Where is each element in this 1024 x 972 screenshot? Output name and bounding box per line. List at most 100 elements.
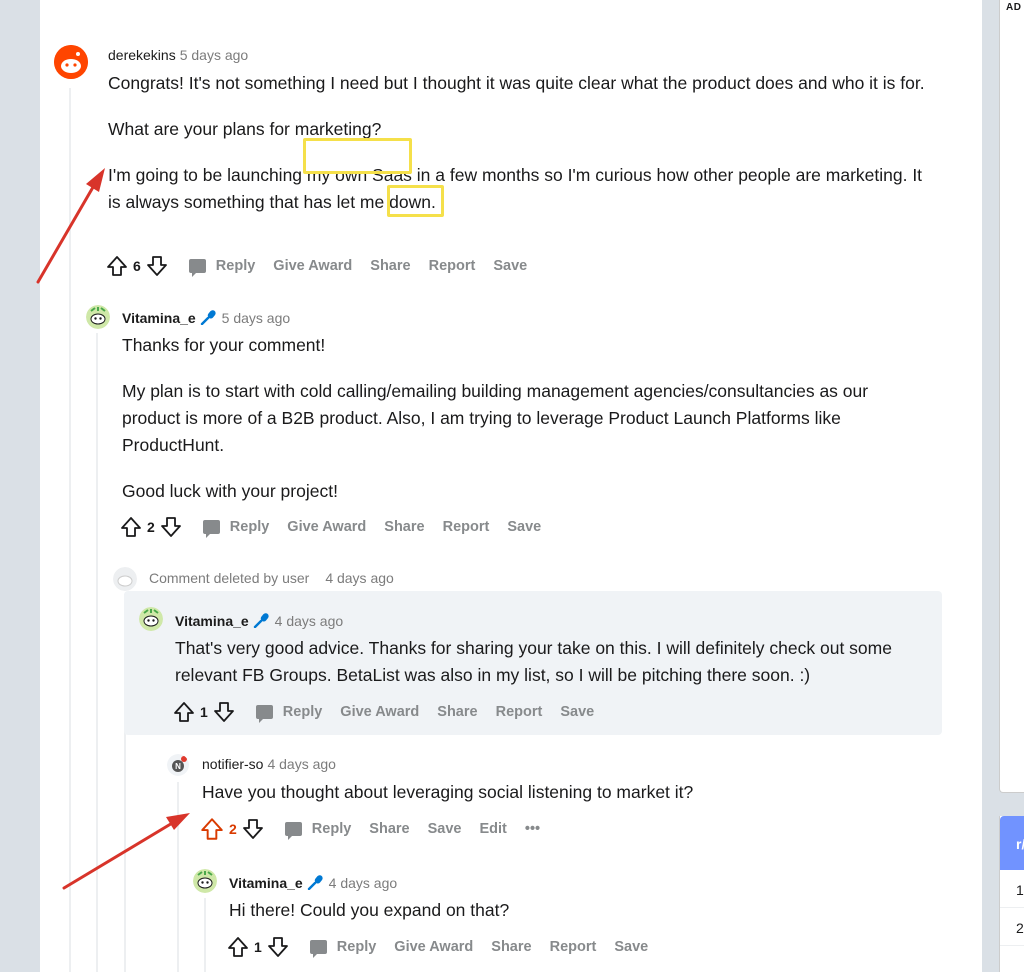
upvote-icon[interactable] [172, 700, 196, 724]
report-button[interactable]: Report [496, 704, 543, 720]
username-link[interactable]: derekekins [108, 47, 176, 63]
deleted-comment-meta: Comment deleted by user 4 days ago [149, 570, 394, 586]
vote-count: 2 [229, 821, 237, 837]
timestamp[interactable]: 5 days ago [222, 310, 291, 326]
upvote-icon[interactable] [119, 515, 143, 539]
reply-button[interactable]: Reply [255, 704, 322, 723]
downvote-icon[interactable] [145, 254, 169, 278]
timestamp[interactable]: 4 days ago [267, 756, 336, 772]
comment-paragraph: Have you thought about leveraging social… [202, 782, 694, 802]
report-button[interactable]: Report [443, 519, 490, 535]
vote-count: 2 [147, 519, 155, 535]
upvote-icon[interactable] [226, 935, 250, 959]
save-button[interactable]: Save [614, 939, 648, 955]
edit-button[interactable]: Edit [479, 821, 506, 837]
share-button[interactable]: Share [384, 519, 424, 535]
comment-actions: 1 Reply Give Award Share Report Save [172, 699, 594, 725]
avatar-icon[interactable] [139, 607, 163, 631]
comment-meta: Vitamina_e 4 days ago [229, 874, 397, 891]
save-button[interactable]: Save [493, 258, 527, 274]
thread-line[interactable] [204, 898, 206, 972]
comment-actions: 1 Reply Give Award Share Report Save [226, 934, 648, 960]
timestamp[interactable]: 4 days ago [275, 613, 344, 629]
timestamp[interactable]: 5 days ago [180, 47, 249, 63]
avatar-icon[interactable] [86, 305, 110, 329]
share-button[interactable]: Share [370, 258, 410, 274]
sidebar-community-card: r/ 1 2 [999, 816, 1024, 972]
reply-button[interactable]: Reply [284, 821, 351, 840]
comment-body: Congrats! It's not something I need but … [108, 70, 928, 235]
comment-meta: derekekins 5 days ago [108, 47, 248, 63]
vote-count: 6 [133, 258, 141, 274]
comment-paragraph: What are your plans for marketing? [108, 119, 382, 139]
comment-meta: notifier-so 4 days ago [202, 756, 336, 772]
comment-meta: Vitamina_e 4 days ago [175, 612, 343, 629]
reply-icon [255, 705, 273, 723]
reply-button[interactable]: Reply [202, 519, 269, 538]
share-button[interactable]: Share [437, 704, 477, 720]
comment-paragraph: My plan is to start with cold calling/em… [122, 381, 869, 455]
comment-paragraph: Hi there! Could you expand on that? [229, 900, 510, 920]
mic-icon [253, 613, 269, 628]
avatar-icon[interactable]: N [167, 754, 189, 776]
upvote-icon[interactable] [105, 254, 129, 278]
reply-icon [202, 520, 220, 538]
sidebar-ad: AD [999, 0, 1024, 793]
share-button[interactable]: Share [369, 821, 409, 837]
avatar-icon[interactable] [193, 869, 217, 893]
svg-text:N: N [175, 762, 181, 771]
timestamp[interactable]: 4 days ago [325, 570, 394, 586]
comment-body: Thanks for your comment! My plan is to s… [122, 332, 922, 524]
comment-paragraph: Thanks for your comment! [122, 335, 326, 355]
mic-icon [200, 310, 216, 325]
give-award-button[interactable]: Give Award [287, 519, 366, 535]
downvote-icon[interactable] [212, 700, 236, 724]
reply-button[interactable]: Reply [309, 939, 376, 958]
username-link[interactable]: Vitamina_e [175, 613, 249, 629]
vote-count: 1 [200, 704, 208, 720]
annotation-highlight [387, 185, 444, 217]
more-options-button[interactable]: ••• [525, 821, 540, 837]
reply-icon [188, 259, 206, 277]
thread-line[interactable] [177, 782, 179, 972]
comment-paragraph: Good luck with your project! [122, 481, 338, 501]
username-link[interactable]: notifier-so [202, 756, 263, 772]
deleted-label: Comment deleted by user [149, 570, 310, 586]
report-button[interactable]: Report [429, 258, 476, 274]
comment-meta: Vitamina_e 5 days ago [122, 309, 290, 326]
reply-icon [284, 822, 302, 840]
comment-actions: 2 Reply Share Save Edit ••• [199, 816, 540, 842]
save-button[interactable]: Save [507, 519, 541, 535]
username-link[interactable]: Vitamina_e [229, 875, 303, 891]
comment-body: That's very good advice. Thanks for shar… [175, 635, 925, 708]
avatar-icon[interactable] [54, 45, 88, 79]
thread-line[interactable] [69, 88, 71, 972]
comment-paragraph: Congrats! It's not something I need but … [108, 73, 925, 93]
give-award-button[interactable]: Give Award [394, 939, 473, 955]
reply-icon [309, 940, 327, 958]
comment-paragraph: That's very good advice. Thanks for shar… [175, 638, 892, 685]
give-award-button[interactable]: Give Award [340, 704, 419, 720]
upvote-icon[interactable] [199, 816, 225, 842]
comment-actions: 2 Reply Give Award Share Report Save [119, 514, 541, 540]
give-award-button[interactable]: Give Award [273, 258, 352, 274]
comment-actions: 6 Reply Give Award Share Report Save [105, 253, 527, 279]
annotation-highlight [303, 138, 412, 174]
downvote-icon[interactable] [241, 817, 265, 841]
comment-paragraph: I'm going to be launching my own Saas in… [108, 165, 923, 212]
share-button[interactable]: Share [491, 939, 531, 955]
save-button[interactable]: Save [560, 704, 594, 720]
timestamp[interactable]: 4 days ago [329, 875, 398, 891]
username-link[interactable]: Vitamina_e [122, 310, 196, 326]
downvote-icon[interactable] [159, 515, 183, 539]
ad-label: AD [1006, 2, 1022, 13]
thread-line[interactable] [96, 333, 98, 972]
vote-count: 1 [254, 939, 262, 955]
sidebar-card-row[interactable]: 1 [1000, 870, 1024, 908]
report-button[interactable]: Report [550, 939, 597, 955]
downvote-icon[interactable] [266, 935, 290, 959]
avatar-icon [113, 567, 137, 591]
reply-button[interactable]: Reply [188, 258, 255, 277]
save-button[interactable]: Save [428, 821, 462, 837]
sidebar-card-row[interactable]: 2 [1000, 908, 1024, 946]
